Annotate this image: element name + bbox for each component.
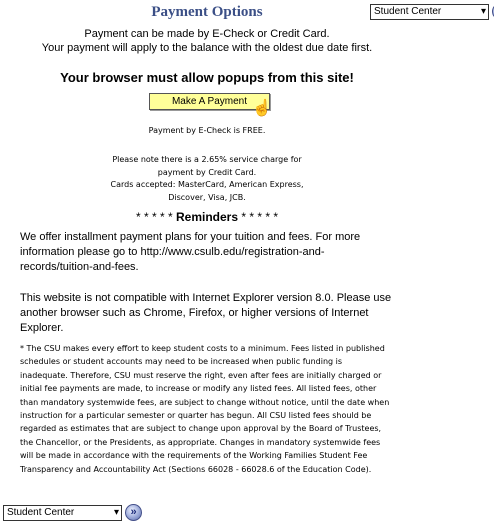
hand-cursor-icon: ☝ [252, 100, 272, 117]
echeck-note: Payment by E-Check is FREE. [148, 126, 266, 135]
charge-line-2: payment by Credit Card. [157, 167, 257, 177]
reminders-stars-left: * * * * * [135, 210, 173, 224]
select-value: Student Center [374, 6, 442, 17]
chevron-down-icon: ▾ [113, 507, 119, 518]
installment-plan-text: We offer installment payment plans for y… [20, 231, 361, 273]
reminders-title: Reminders [175, 210, 239, 224]
charge-line-1: Please note there is a 2.65% service cha… [112, 155, 302, 164]
charge-line-3: Cards accepted: MasterCard, American Exp… [110, 180, 304, 189]
top-navigation: Student Center ▾ » [370, 3, 494, 20]
page-title: Payment Options [151, 4, 263, 20]
credit-card-charge-note: Please note there is a 2.65% service cha… [0, 154, 414, 204]
browser-compatibility-text: This website is not compatible with Inte… [20, 292, 392, 334]
student-center-select-bottom[interactable]: Student Center ▾ [3, 504, 122, 521]
fee-disclaimer: * The CSU makes every effort to keep stu… [20, 344, 390, 474]
student-center-select[interactable]: Student Center ▾ [370, 3, 489, 20]
reminders-heading: * * * * * Reminders * * * * * [0, 210, 414, 224]
reminders-stars-right: * * * * * [241, 210, 279, 224]
intro-line-1: Payment can be made by E-Check or Credit… [84, 28, 330, 40]
payment-intro: Payment can be made by E-Check or Credit… [0, 27, 414, 55]
chevron-down-icon: ▾ [480, 6, 486, 17]
intro-line-2: Your payment will apply to the balance w… [41, 42, 373, 54]
charge-line-4: Discover, Visa, JCB. [168, 192, 246, 202]
select-value-bottom: Student Center [7, 507, 75, 518]
popup-warning: Your browser must allow popups from this… [60, 70, 354, 85]
bottom-navigation: Student Center ▾ » [3, 504, 142, 521]
double-chevron-right-icon[interactable]: » [125, 504, 142, 521]
